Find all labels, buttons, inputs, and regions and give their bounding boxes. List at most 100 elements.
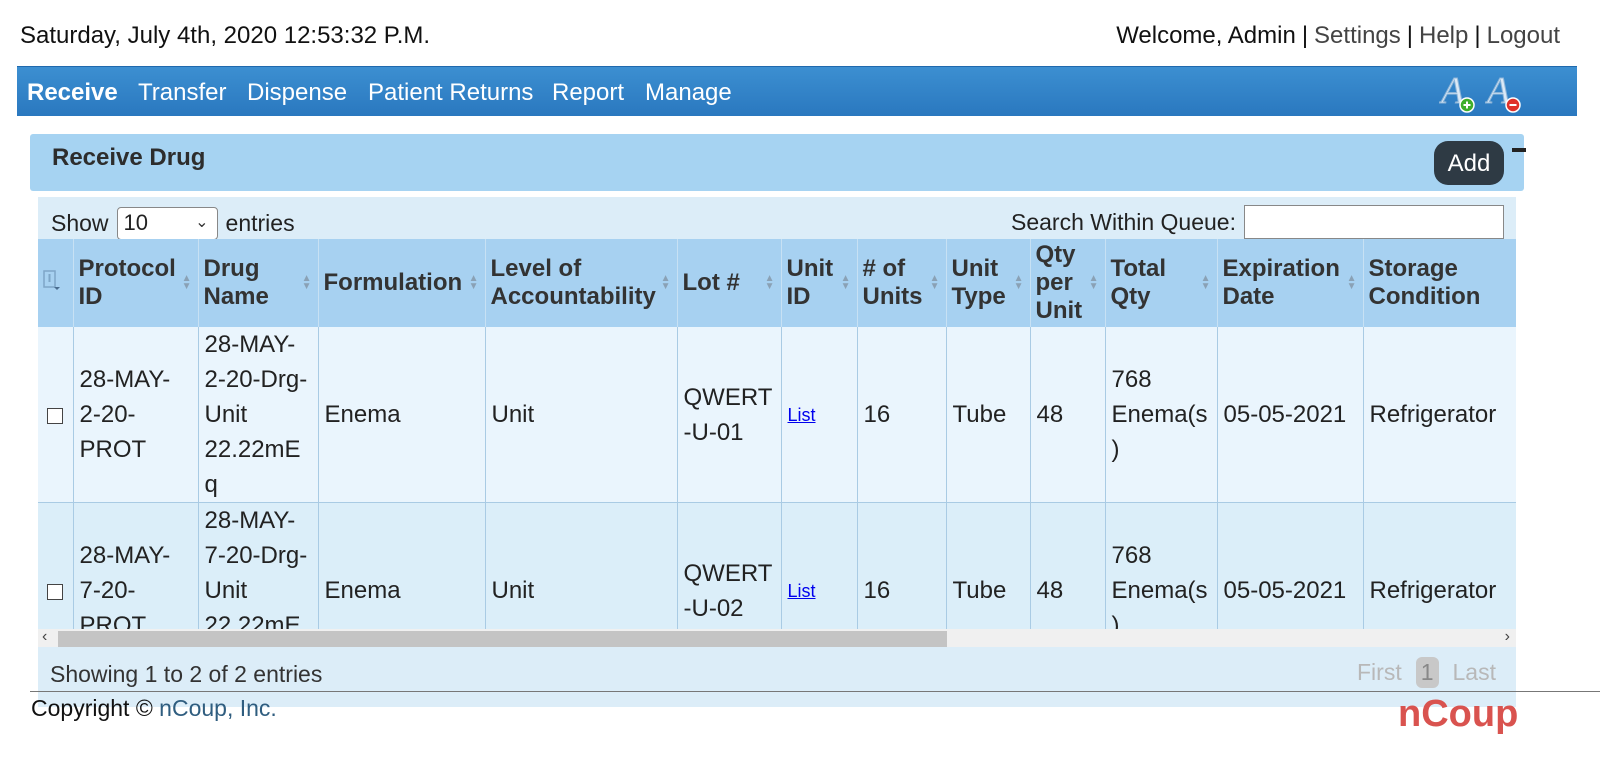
scrollbar-thumb[interactable]: [58, 631, 947, 647]
sort-icon: ▲ ▼: [1088, 273, 1099, 292]
row-checkbox[interactable]: [47, 407, 64, 424]
drug-name-cell: 28-MAY-7-20-Drg-Unit 22.22mEq: [198, 502, 319, 638]
sort-icon: ▲ ▼: [468, 273, 479, 292]
units-cell: 16: [857, 327, 947, 503]
table-row: 28-MAY-2-20-PROT 28-MAY-2-20-Drg-Unit 22…: [38, 327, 1516, 503]
chevron-down-icon: ⌄: [195, 214, 209, 231]
nav-receive[interactable]: Receive: [27, 79, 118, 107]
scroll-right-icon[interactable]: ›: [1505, 628, 1510, 646]
formulation-cell: Enema: [318, 327, 486, 503]
total-qty-cell: 768 Enema(s): [1105, 327, 1218, 503]
table-scroll-area[interactable]: Protocol ID ▲ ▼ Drug Name ▲ ▼ Formulation ▲ ▼ …: [38, 239, 1516, 638]
level-cell: Unit: [485, 327, 678, 503]
nav-transfer[interactable]: Transfer: [138, 79, 226, 107]
sort-icon: ▲ ▼: [764, 273, 775, 292]
unit-type-cell: Tube: [946, 327, 1031, 503]
storage-cell: Refrigerator: [1363, 327, 1516, 503]
col-total-qty[interactable]: Total Qty ▲ ▼: [1105, 239, 1218, 327]
add-button[interactable]: Add: [1434, 141, 1504, 185]
lot-cell: QWERT-U-01: [677, 327, 782, 503]
row-select-cell: [38, 327, 74, 503]
col-units[interactable]: # of Units ▲ ▼: [857, 239, 947, 327]
horizontal-scrollbar[interactable]: ‹ ›: [38, 628, 1516, 647]
row-checkbox[interactable]: [47, 583, 64, 600]
units-cell: 16: [857, 502, 947, 638]
col-formulation[interactable]: Formulation ▲ ▼: [318, 239, 486, 327]
lot-cell: QWERT-U-02: [677, 502, 782, 638]
table-row: 28-MAY-7-20-PROT 28-MAY-7-20-Drg-Unit 22…: [38, 502, 1516, 638]
page-size-select[interactable]: 10 ⌄: [116, 207, 218, 240]
sort-icon: ▲ ▼: [660, 273, 671, 292]
datetime: Saturday, July 4th, 2020 12:53:32 P.M.: [20, 22, 431, 49]
unit-type-cell: Tube: [946, 502, 1031, 638]
page-size-control: Show 10 ⌄ entries: [51, 207, 295, 240]
welcome-text: Welcome, Admin: [1116, 22, 1296, 49]
nav-patient-returns[interactable]: Patient Returns: [368, 79, 533, 107]
sort-icon: ▲ ▼: [929, 273, 940, 292]
col-drug-name[interactable]: Drug Name ▲ ▼: [198, 239, 319, 327]
settings-link[interactable]: Settings: [1314, 22, 1401, 49]
total-qty-cell: 768 Enema(s): [1105, 502, 1218, 638]
font-increase-icon[interactable]: A: [1438, 70, 1479, 113]
storage-cell: Refrigerator: [1363, 502, 1516, 638]
entries-label: entries: [225, 210, 295, 236]
top-bar: Saturday, July 4th, 2020 12:53:32 P.M. W…: [0, 0, 1600, 66]
col-storage[interactable]: Storage Condition▲▼: [1363, 239, 1516, 327]
sort-icon: ▲ ▼: [301, 273, 312, 292]
last-page-button[interactable]: Last: [1453, 659, 1496, 686]
qty-per-unit-cell: 48: [1030, 327, 1106, 503]
user-bar: Welcome, Admin | Settings | Help | Logout: [1116, 22, 1560, 49]
page-size-value: 10: [123, 210, 149, 235]
col-qty-per-unit[interactable]: Qty per Unit ▲ ▼: [1030, 239, 1106, 327]
scroll-left-icon[interactable]: ‹: [42, 628, 47, 646]
show-label: Show: [51, 210, 109, 236]
receive-queue-table: Show 10 ⌄ entries Search Within Queue: P…: [38, 197, 1516, 707]
ncoup-logo: nCoup: [1398, 693, 1519, 735]
font-decrease-icon[interactable]: A: [1484, 70, 1525, 113]
col-lot[interactable]: Lot # ▲ ▼: [677, 239, 782, 327]
col-unit-type[interactable]: Unit Type ▲ ▼: [946, 239, 1031, 327]
collapse-icon[interactable]: [1512, 148, 1526, 152]
panel-title: Receive Drug: [52, 144, 206, 171]
drug-name-cell: 28-MAY-2-20-Drg-Unit 22.22mEq: [198, 327, 319, 503]
col-unit-id[interactable]: Unit ID ▲ ▼: [781, 239, 858, 327]
table-info: Showing 1 to 2 of 2 entries: [50, 661, 323, 687]
data-table: Protocol ID ▲ ▼ Drug Name ▲ ▼ Formulation ▲ ▼ …: [38, 239, 1516, 638]
unit-list-link[interactable]: List: [788, 405, 816, 425]
col-expiration[interactable]: Expiration Date ▲ ▼: [1217, 239, 1364, 327]
page-1-button[interactable]: 1: [1415, 657, 1439, 688]
sort-icon: ▲ ▼: [1200, 273, 1211, 292]
nav-manage[interactable]: Manage: [645, 79, 732, 107]
select-all-icon[interactable]: [42, 269, 60, 291]
help-link[interactable]: Help: [1419, 22, 1468, 49]
col-protocol-id[interactable]: Protocol ID ▲ ▼: [73, 239, 199, 327]
main-nav: Receive Transfer Dispense Patient Return…: [17, 66, 1577, 116]
sort-icon: ▲ ▼: [1013, 273, 1024, 292]
first-page-button[interactable]: First: [1357, 659, 1402, 686]
copyright: Copyright © nCoup, Inc.: [31, 695, 277, 721]
sort-icon: ▲ ▼: [1346, 273, 1357, 292]
receive-drug-panel-header: Receive Drug Add: [30, 134, 1526, 191]
unit-id-cell: List: [781, 327, 858, 503]
nav-dispense[interactable]: Dispense: [247, 79, 347, 107]
expiration-cell: 05-05-2021: [1217, 502, 1364, 638]
expiration-cell: 05-05-2021: [1217, 327, 1364, 503]
formulation-cell: Enema: [318, 502, 486, 638]
queue-search: Search Within Queue:: [1011, 205, 1504, 239]
pagination: First 1 Last: [1357, 657, 1496, 688]
footer-divider: [30, 691, 1600, 692]
row-select-cell: [38, 502, 74, 638]
protocol-id-cell: 28-MAY-2-20-PROT: [73, 327, 199, 503]
unit-id-cell: List: [781, 502, 858, 638]
nav-report[interactable]: Report: [552, 79, 624, 107]
logout-link[interactable]: Logout: [1487, 22, 1560, 49]
search-input[interactable]: [1244, 205, 1504, 239]
company-link[interactable]: nCoup, Inc.: [159, 695, 277, 721]
sort-icon: ▲ ▼: [840, 273, 851, 292]
sort-icon: ▲ ▼: [181, 273, 192, 292]
search-label: Search Within Queue:: [1010, 208, 1236, 235]
col-level[interactable]: Level of Accountability ▲ ▼: [485, 239, 678, 327]
unit-list-link[interactable]: List: [788, 581, 816, 601]
header-row: Protocol ID ▲ ▼ Drug Name ▲ ▼ Formulation ▲ ▼ …: [38, 239, 1516, 327]
select-all-header[interactable]: [38, 239, 74, 327]
